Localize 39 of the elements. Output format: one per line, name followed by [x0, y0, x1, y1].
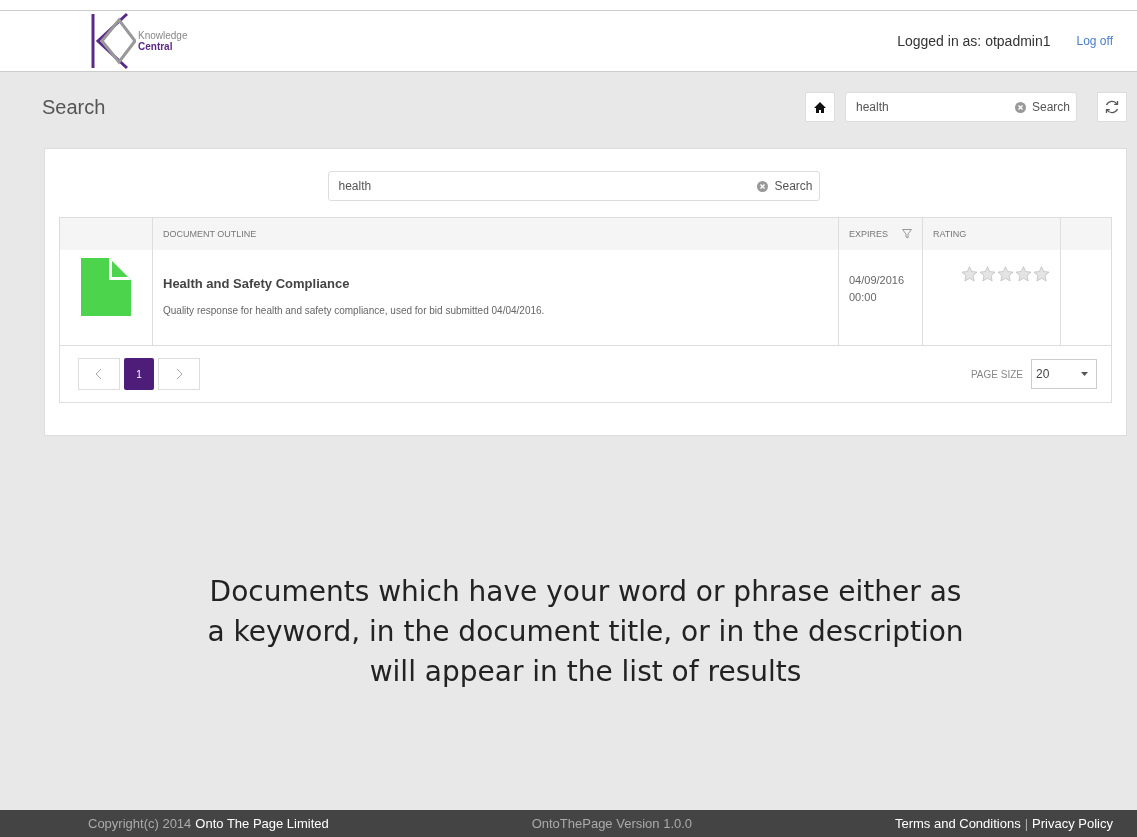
page-button[interactable]: 1 — [124, 358, 154, 390]
search-field[interactable]: health Search — [327, 171, 820, 201]
expiry-date: 04/09/2016 00:00 — [849, 273, 906, 305]
document-title[interactable]: Health and Safety Compliance — [163, 276, 828, 291]
version-text: OntoThePage Version 1.0.0 — [531, 816, 693, 831]
search-field[interactable]: health Search — [845, 92, 1077, 122]
column-header: RATING — [933, 229, 967, 239]
caret-icon — [1081, 372, 1088, 376]
separator-text: | — [1024, 816, 1029, 831]
terms-link[interactable]: Terms and Conditions — [894, 816, 1021, 831]
page-title: Search — [42, 95, 106, 119]
user-label: Logged in as: otpadmin1 — [897, 33, 1051, 49]
search-button[interactable]: Search — [774, 179, 813, 193]
document-description: Quality response for health and safety compliance, used for bid submitted 04/04/2016. — [163, 305, 546, 316]
caption-text: Documents which have your word or phrase either as a keyword, in the document title, or in the description will appear in the list of results — [206, 574, 965, 690]
chevron-right-icon — [175, 368, 183, 380]
column-header: EXPIRES — [849, 229, 888, 239]
refresh-button[interactable] — [1097, 92, 1127, 122]
clear-icon[interactable] — [757, 180, 769, 192]
previous-page-button[interactable] — [78, 358, 120, 390]
logo-icon — [90, 12, 136, 70]
next-page-button[interactable] — [158, 358, 200, 390]
search-button[interactable]: Search — [1031, 100, 1070, 114]
chevron-left-icon — [95, 368, 103, 380]
log-off-link[interactable]: Log off — [1076, 34, 1113, 48]
column-header: DOCUMENT OUTLINE — [163, 229, 257, 239]
filter-icon[interactable] — [902, 229, 912, 239]
logo-text: Knowledge — [138, 30, 188, 41]
clear-icon[interactable] — [1014, 101, 1026, 113]
privacy-link[interactable]: Privacy Policy — [1032, 816, 1113, 831]
home-icon — [814, 101, 826, 113]
page-size-label: PAGE SIZE — [970, 368, 1023, 380]
copyright-text: Copyright(c) 2014 — [88, 816, 192, 831]
page-size-select[interactable]: 20 — [1031, 359, 1097, 389]
document-icon — [81, 258, 131, 316]
home-button[interactable] — [805, 92, 835, 122]
logo-text: Central — [138, 41, 173, 52]
company-link[interactable]: Onto The Page Limited — [195, 816, 329, 831]
refresh-icon — [1104, 99, 1120, 115]
